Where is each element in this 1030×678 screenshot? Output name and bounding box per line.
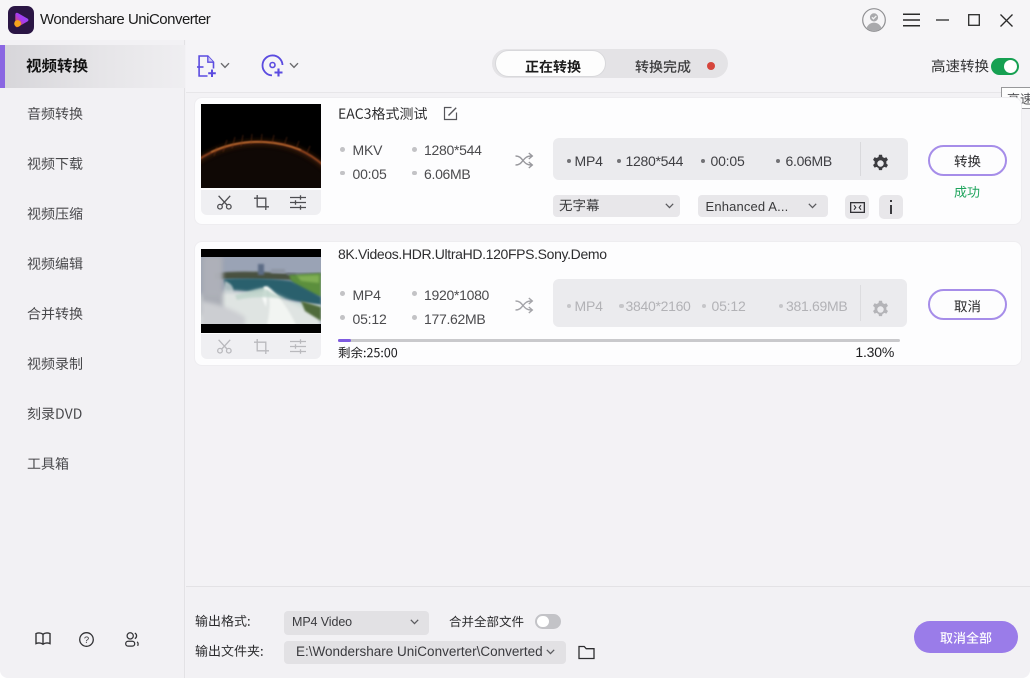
svg-text:?: ? — [84, 635, 89, 646]
